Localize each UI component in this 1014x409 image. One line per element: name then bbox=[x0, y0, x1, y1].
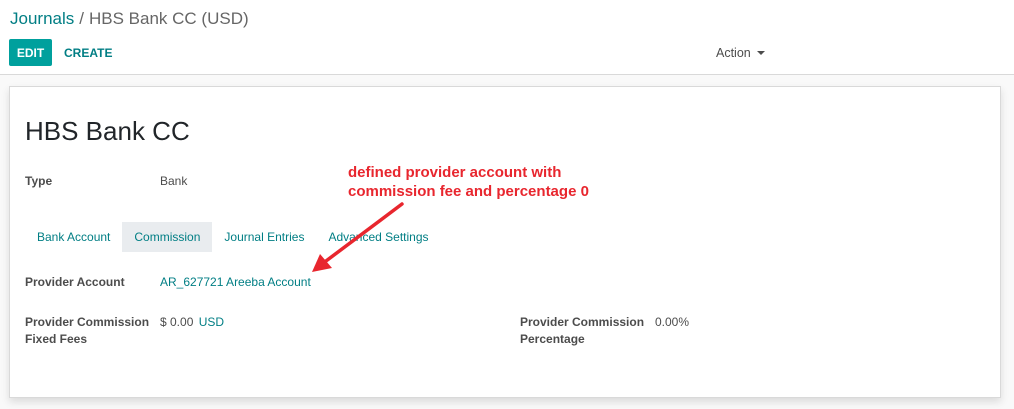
tab-bank-account[interactable]: Bank Account bbox=[25, 222, 122, 252]
control-panel: Journals / HBS Bank CC (USD) EDIT CREATE A… bbox=[0, 0, 1014, 75]
breadcrumb-separator: / bbox=[79, 9, 84, 28]
fixed-fees-amount: $ 0.00 bbox=[160, 315, 194, 329]
fixed-fees-label-line1: Provider Commission bbox=[25, 315, 150, 329]
breadcrumb-journals-link[interactable]: Journals bbox=[10, 9, 74, 28]
tab-commission[interactable]: Commission bbox=[122, 222, 213, 252]
provider-account-label: Provider Account bbox=[25, 275, 125, 289]
caret-down-icon bbox=[756, 50, 765, 55]
type-value: Bank bbox=[160, 174, 188, 188]
type-label: Type bbox=[25, 174, 53, 188]
percentage-label: Provider Commission Percentage bbox=[520, 314, 644, 348]
percentage-label-line1: Provider Commission bbox=[520, 315, 645, 329]
fixed-fees-value: $ 0.00 USD bbox=[160, 314, 224, 331]
breadcrumb-current: HBS Bank CC (USD) bbox=[89, 9, 249, 28]
action-dropdown[interactable]: Action bbox=[716, 39, 765, 66]
fixed-fees-currency-link[interactable]: USD bbox=[199, 315, 224, 329]
create-button[interactable]: CREATE bbox=[64, 39, 112, 66]
form-sheet: HBS Bank CC Type Bank Bank Account Commi… bbox=[9, 86, 1001, 398]
fixed-fees-label: Provider Commission Fixed Fees bbox=[25, 314, 149, 348]
annotation-arrow-icon bbox=[312, 202, 404, 272]
percentage-label-line2: Percentage bbox=[520, 332, 585, 346]
percentage-value: 0.00% bbox=[655, 315, 690, 329]
record-title: HBS Bank CC bbox=[25, 116, 190, 146]
fixed-fees-label-line2: Fixed Fees bbox=[25, 332, 88, 346]
edit-button[interactable]: EDIT bbox=[9, 39, 52, 66]
action-dropdown-label: Action bbox=[716, 45, 751, 60]
provider-account-link[interactable]: AR_627721 Areeba Account bbox=[160, 274, 311, 291]
annotation-line1: defined provider account with bbox=[348, 164, 562, 181]
breadcrumb: Journals / HBS Bank CC (USD) bbox=[10, 8, 249, 30]
